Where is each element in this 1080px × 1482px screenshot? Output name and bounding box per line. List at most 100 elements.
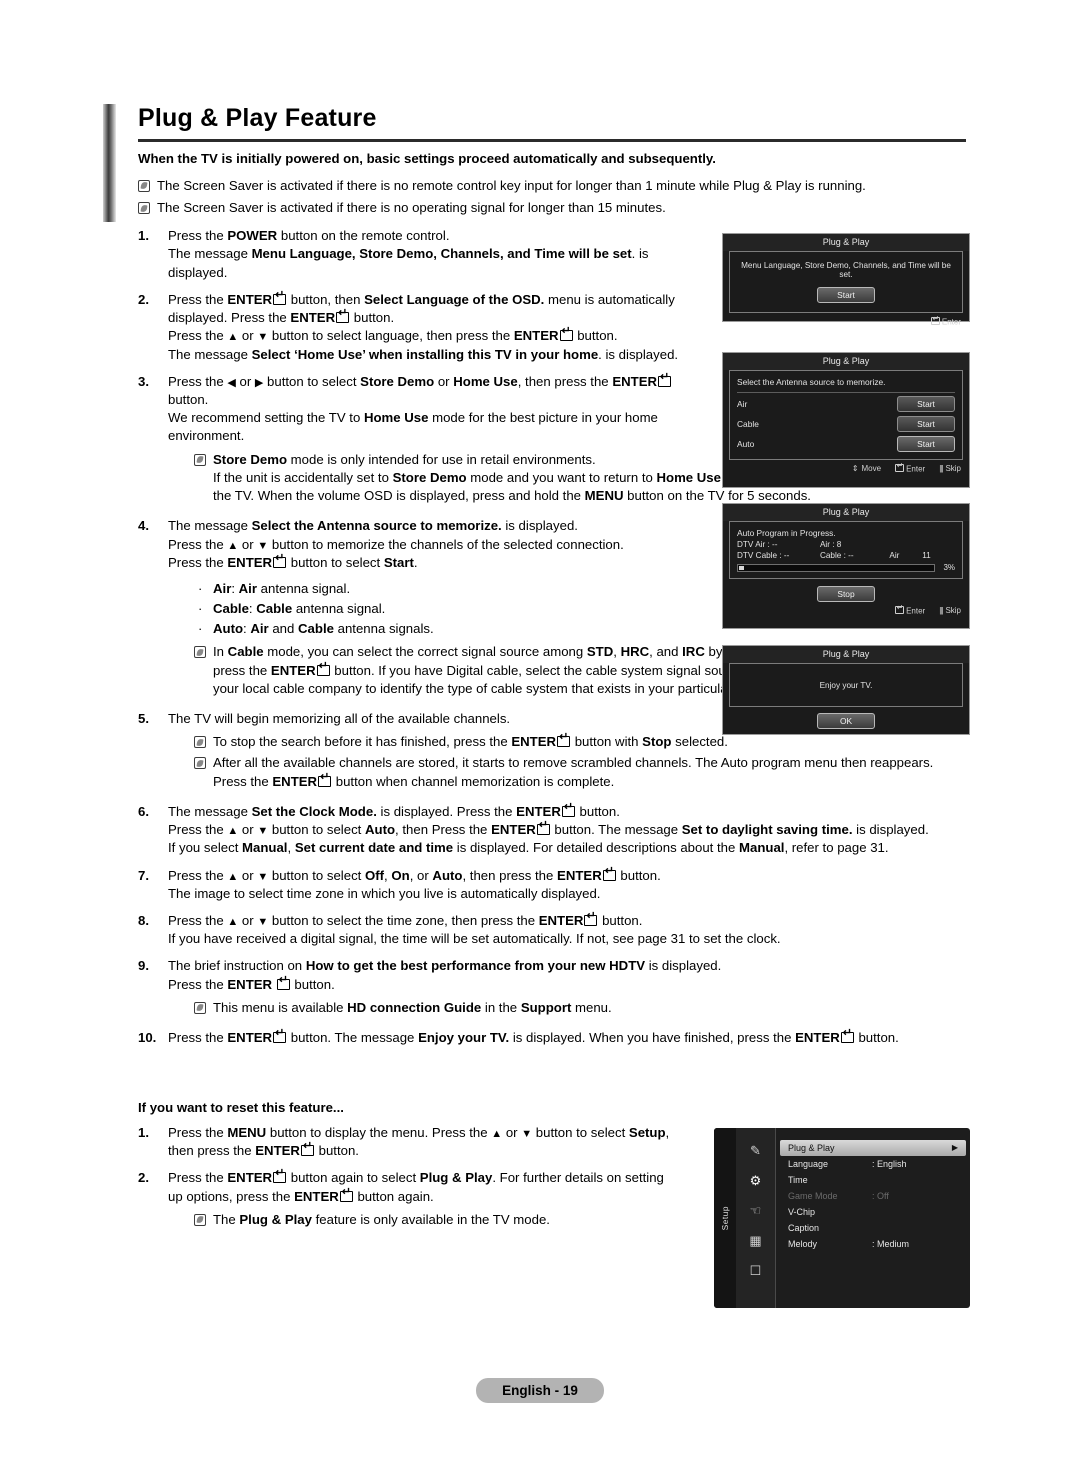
setup-menu-item-melody[interactable]: Melody: Medium <box>776 1236 970 1252</box>
note-icon <box>194 1213 206 1226</box>
support-icon[interactable]: ☐ <box>736 1256 775 1286</box>
setup-menu-item-v-chip[interactable]: V-Chip <box>776 1204 970 1220</box>
setup-item-value <box>868 1143 956 1153</box>
bullet-dot: · <box>198 600 203 616</box>
col-dtv: DTV Air : -- <box>737 540 778 549</box>
step-line: then press the ENTER button. <box>168 1141 718 1160</box>
setup-menu-screenshot: Setup ✎ ⚙ ☜ ▦ ☐ Plug & Play ▶ Language : En… <box>714 1128 970 1308</box>
step-item: 10. Press the ENTER button. The message E… <box>138 1028 976 1047</box>
page-number-badge: English - 19 <box>476 1378 604 1403</box>
input-icon[interactable]: ▦ <box>736 1226 775 1256</box>
progress-fill <box>739 565 744 570</box>
antenna-label: Cable <box>737 419 759 429</box>
setup-item-label: Language <box>788 1159 829 1169</box>
note-text: This menu is available HD connection Gui… <box>213 999 612 1015</box>
antenna-label: Auto <box>737 439 755 449</box>
setup-menu-item-caption[interactable]: Caption <box>776 1220 970 1236</box>
step-content: Press the ENTER button. The message Enjo… <box>168 1028 976 1047</box>
antenna-label: Air <box>737 399 748 409</box>
osd2-frame: Select the Antenna source to memorize. A… <box>729 370 963 460</box>
picture-icon[interactable]: ✎ <box>736 1136 775 1166</box>
col-source <box>889 539 922 550</box>
osd2-footer: Move Enter |||Skip <box>723 460 969 478</box>
osd2-footer-enter: Enter <box>895 461 925 474</box>
col-count <box>922 539 955 550</box>
note-text: After all the available channels are sto… <box>213 754 933 790</box>
osd1-title: Plug & Play <box>723 234 969 251</box>
step-content: The brief instruction on How to get the … <box>168 957 976 1020</box>
osd3-footer-enter: Enter <box>895 603 925 616</box>
step-line: Press the ▲ or ▼ button to select Off, O… <box>168 866 976 885</box>
note-icon <box>194 453 206 466</box>
bullet-dot: · <box>198 580 203 596</box>
osd3-footer: Enter |||Skip <box>723 602 969 620</box>
note-item: The Screen Saver is activated if there i… <box>138 199 976 217</box>
sound-icon[interactable]: ☜ <box>736 1196 775 1226</box>
setup-item-value <box>872 1207 960 1217</box>
note-icon <box>194 646 206 659</box>
progress-bar <box>737 563 935 572</box>
osd2-footer-move: Move <box>852 464 882 474</box>
setup-menu-item-language[interactable]: Language : English <box>776 1156 970 1172</box>
col-source: Air <box>889 551 900 561</box>
setup-menu-item-plug-play[interactable]: Plug & Play ▶ <box>780 1140 966 1156</box>
osd3-title: Plug & Play <box>723 504 969 521</box>
setup-item-label: Plug & Play <box>788 1143 835 1153</box>
step-number: 10. <box>138 1030 157 1046</box>
col-analog: Air : 8 <box>819 540 842 549</box>
osd1-button-row: Start <box>737 287 955 306</box>
step-number: 4. <box>138 518 149 534</box>
setup-menu-item-time[interactable]: Time <box>776 1172 970 1188</box>
osd1-frame: Menu Language, Store Demo, Channels, and… <box>729 251 963 313</box>
step-line: Press the ▲ or ▼ button to select the ti… <box>168 911 976 930</box>
antenna-row-auto: Auto Start <box>737 433 955 453</box>
left-decoration-bar <box>103 104 116 222</box>
step-content: Press the ENTER button again to select P… <box>168 1168 718 1232</box>
setup-menu-tab-label: Setup <box>720 1205 730 1231</box>
numbered-steps: 1. Press the POWER button on the remote c… <box>138 227 976 1047</box>
osd4-message: Enjoy your TV. <box>819 680 873 690</box>
osd3-footer-skip: ||| Skip <box>939 606 961 616</box>
step-line: Press the ENTER button again to select P… <box>168 1168 718 1187</box>
setup-item-value <box>872 1223 960 1233</box>
step-number: 1. <box>138 228 149 244</box>
osd1-start-button[interactable]: Start <box>817 287 875 303</box>
setup-item-value: : English <box>872 1159 907 1169</box>
osd2-message: Select the Antenna source to memorize. <box>737 377 955 393</box>
reset-heading: If you want to reset this feature... <box>138 1100 344 1115</box>
step-line: Press the ▲ or ▼ button to select Auto, … <box>168 820 976 839</box>
osd3-progress-percent: 3% <box>943 563 955 573</box>
step-line: up options, press the ENTER button again… <box>168 1187 718 1206</box>
autoprogram-row: DTV Air : -- Air : 8 <box>737 539 955 550</box>
step-number: 6. <box>138 803 149 819</box>
step-line: If you select Manual, Set current date a… <box>168 840 889 856</box>
antenna-start-button[interactable]: Start <box>897 436 955 452</box>
note-text: To stop the search before it has finishe… <box>213 732 728 751</box>
setup-menu-item-game-mode[interactable]: Game Mode: Off <box>776 1188 970 1204</box>
skip-icon: ||| <box>939 606 943 616</box>
antenna-start-button[interactable]: Start <box>897 396 955 412</box>
setup-item-value <box>872 1175 960 1185</box>
osd-panel-welcome: Plug & Play Menu Language, Store Demo, C… <box>722 233 970 327</box>
enter-icon <box>895 461 905 472</box>
page-title: Plug & Play Feature <box>138 104 377 132</box>
osd3-stop-button[interactable]: Stop <box>817 586 875 603</box>
setup-menu-tab: Setup <box>714 1128 736 1308</box>
setup-gear-icon[interactable]: ⚙ <box>736 1166 775 1196</box>
enter-icon <box>895 603 905 614</box>
step-item: 9. The brief instruction on How to get th… <box>138 957 976 1020</box>
setup-item-label: Caption <box>788 1223 820 1233</box>
note-item: This menu is available HD connection Gui… <box>194 999 976 1017</box>
step-line: The image to select time zone in which y… <box>168 885 601 901</box>
antenna-start-button[interactable]: Start <box>897 416 955 432</box>
step-number: 1. <box>138 1125 149 1140</box>
col-analog: Cable : -- <box>819 551 854 561</box>
note-item: The Screen Saver is activated if there i… <box>138 177 976 195</box>
note-item: After all the available channels are sto… <box>194 754 976 790</box>
reset-steps: 1. Press the MENU button to display the m… <box>138 1124 718 1232</box>
step-number: 5. <box>138 711 149 727</box>
setup-item-label: Game Mode <box>788 1191 838 1201</box>
step-item: 2. Press the ENTER button again to select… <box>138 1168 718 1232</box>
osd4-ok-button[interactable]: OK <box>817 713 875 729</box>
osd1-footer-enter: Enter <box>930 314 961 327</box>
